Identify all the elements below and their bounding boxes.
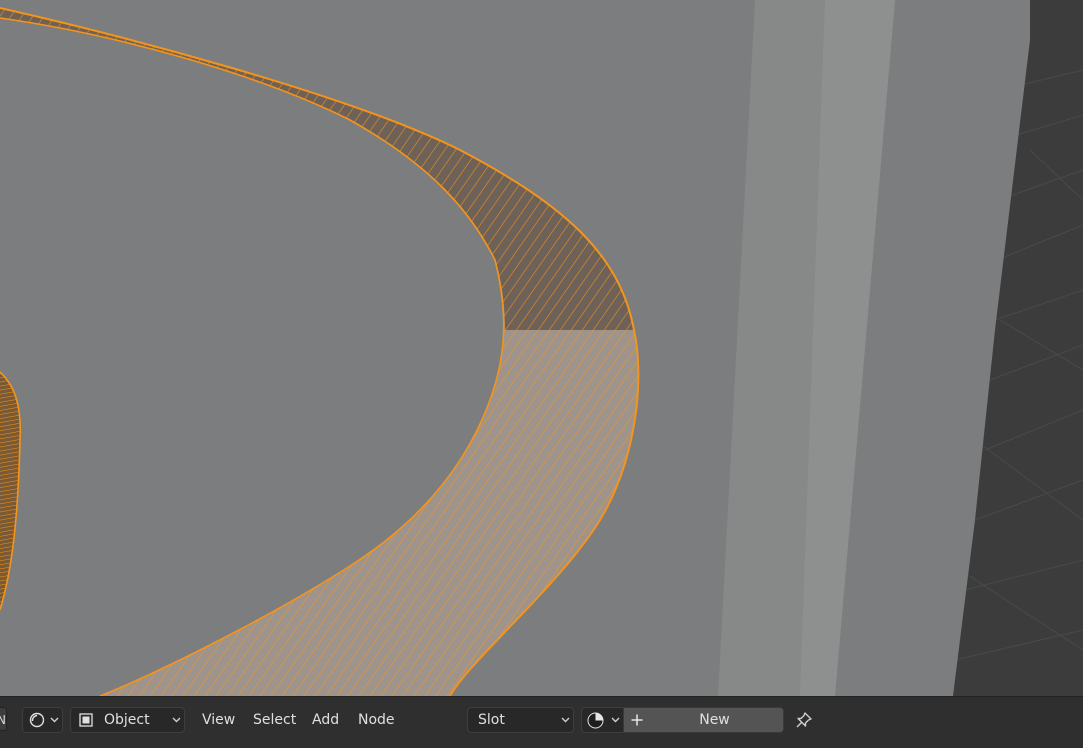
object-type-dropdown[interactable]: Object — [70, 707, 185, 733]
3d-viewport[interactable] — [0, 0, 1083, 697]
chevron-down-icon — [561, 717, 570, 723]
blender-window: N Object — [0, 0, 1083, 748]
slot-label: Slot — [478, 712, 505, 728]
menu-node[interactable]: Node — [358, 707, 395, 733]
new-button-label: New — [699, 712, 730, 728]
pin-icon[interactable] — [795, 711, 813, 729]
object-mode-label: Object — [104, 712, 150, 728]
chevron-down-icon — [611, 717, 620, 723]
chevron-down-icon — [172, 717, 181, 723]
shader-editor-icon — [29, 712, 45, 728]
sidebar-tab-label: N — [0, 713, 6, 727]
slot-dropdown[interactable]: Slot — [467, 707, 574, 733]
sidebar-tab[interactable]: N — [0, 707, 7, 731]
object-cube-icon — [78, 712, 94, 728]
material-browse-dropdown[interactable] — [581, 707, 624, 733]
viewport-canvas — [0, 0, 1083, 697]
menu-select[interactable]: Select — [253, 707, 296, 733]
editor-type-dropdown[interactable] — [22, 707, 63, 733]
chevron-down-icon — [50, 717, 59, 723]
menu-view[interactable]: View — [202, 707, 235, 733]
new-material-button[interactable]: New — [623, 707, 784, 733]
node-editor-header: N Object — [0, 696, 1083, 748]
material-sphere-icon — [587, 712, 604, 729]
menu-add[interactable]: Add — [312, 707, 339, 733]
